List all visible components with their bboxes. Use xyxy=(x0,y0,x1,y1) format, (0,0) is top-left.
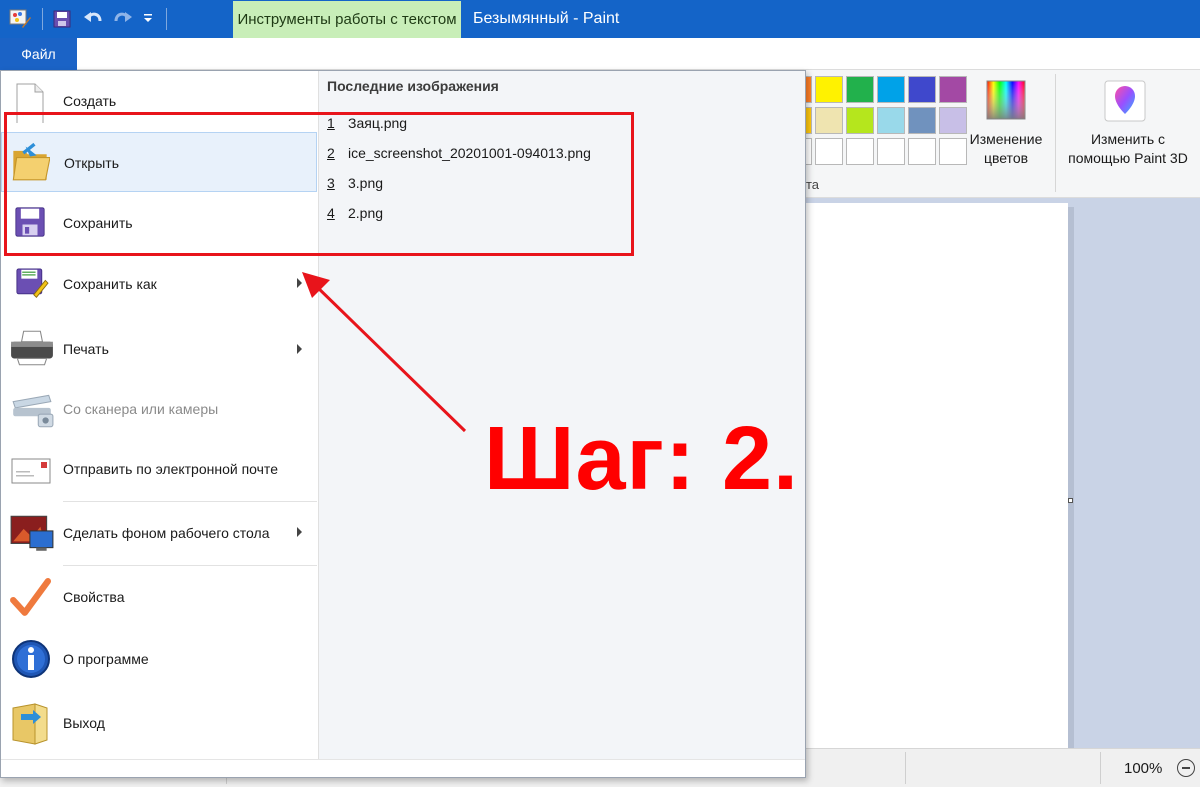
text-tools-context-tab[interactable]: Инструменты работы с текстом xyxy=(233,1,461,38)
save-as-icon xyxy=(16,268,49,298)
exit-icon xyxy=(12,703,48,745)
menu-item-exit[interactable]: Выход xyxy=(1,693,317,753)
recent-images-title: Последние изображения xyxy=(327,78,499,94)
palette-color-swatch[interactable] xyxy=(939,76,967,103)
undo-icon[interactable] xyxy=(82,8,104,30)
palette-color-swatch[interactable] xyxy=(846,107,874,134)
qat-separator-2 xyxy=(166,8,167,30)
menu-item-label: Выход xyxy=(63,715,105,731)
annotation-step-text: Шаг: 2. xyxy=(484,409,800,509)
palette-color-swatch[interactable] xyxy=(877,138,905,165)
save-icon[interactable] xyxy=(53,10,71,28)
palette-color-swatch[interactable] xyxy=(877,107,905,134)
paint3d-icon[interactable] xyxy=(1104,80,1146,122)
checkmark-icon xyxy=(10,578,51,616)
status-separator xyxy=(1100,752,1101,784)
palette-color-swatch[interactable] xyxy=(815,138,843,165)
qat-separator xyxy=(42,8,43,30)
edit-colors-label-1[interactable]: Изменение xyxy=(964,129,1048,149)
palette-color-swatch[interactable] xyxy=(846,138,874,165)
drawing-canvas[interactable] xyxy=(806,203,1068,748)
paint-app-icon[interactable] xyxy=(8,7,32,31)
status-separator xyxy=(905,752,906,784)
palette-color-swatch[interactable] xyxy=(877,76,905,103)
menu-item-email[interactable]: Отправить по электронной почте xyxy=(1,439,317,499)
menu-item-about[interactable]: О программе xyxy=(1,629,317,689)
printer-icon xyxy=(11,330,53,366)
annotation-arrow-icon xyxy=(302,272,467,433)
palette-color-swatch[interactable] xyxy=(939,107,967,134)
menu-item-save-as[interactable]: Сохранить как xyxy=(1,254,317,314)
menu-item-print[interactable]: Печать xyxy=(1,317,317,381)
palette-color-swatch[interactable] xyxy=(908,138,936,165)
file-tab[interactable]: Файл xyxy=(0,38,77,70)
window-title: Безымянный - Paint xyxy=(473,10,620,27)
edit-colors-icon[interactable] xyxy=(986,80,1026,120)
palette-color-swatch[interactable] xyxy=(815,76,843,103)
canvas-resize-handle[interactable] xyxy=(1068,498,1073,503)
paint3d-label-2[interactable]: помощью Paint 3D xyxy=(1058,148,1198,168)
menu-item-desktop-background[interactable]: Сделать фоном рабочего стола xyxy=(1,503,317,563)
paint3d-label-1[interactable]: Изменить с xyxy=(1058,129,1198,149)
menu-item-label: Сделать фоном рабочего стола xyxy=(63,525,270,541)
edit-colors-label-2[interactable]: цветов xyxy=(964,148,1048,168)
palette-color-swatch[interactable] xyxy=(908,76,936,103)
menu-divider xyxy=(63,565,317,566)
palette-color-swatch[interactable] xyxy=(908,107,936,134)
scanner-icon xyxy=(12,394,54,428)
canvas-shadow xyxy=(1068,207,1074,748)
menu-item-scanner: Со сканера или камеры xyxy=(1,379,317,439)
menu-item-label: О программе xyxy=(63,651,149,667)
annotation-highlight-box xyxy=(4,112,634,256)
ribbon-tab-row xyxy=(0,38,1200,70)
menu-item-label: Свойства xyxy=(63,589,125,605)
redo-icon[interactable] xyxy=(112,8,134,30)
info-icon xyxy=(12,640,50,678)
menu-divider xyxy=(63,501,317,502)
submenu-arrow-icon xyxy=(297,527,302,537)
file-menu-footer xyxy=(1,759,805,777)
menu-item-label: Со сканера или камеры xyxy=(63,401,219,417)
ribbon-group-label: та xyxy=(806,177,820,192)
palette-color-swatch[interactable] xyxy=(939,138,967,165)
palette-color-swatch[interactable] xyxy=(846,76,874,103)
menu-item-label: Отправить по электронной почте xyxy=(63,461,278,477)
palette-color-swatch[interactable] xyxy=(815,107,843,134)
zoom-out-button[interactable] xyxy=(1177,759,1195,777)
menu-item-properties[interactable]: Свойства xyxy=(1,567,317,627)
zoom-level: 100% xyxy=(1124,760,1163,777)
email-icon xyxy=(11,458,51,484)
customize-qat-icon[interactable] xyxy=(142,12,154,24)
menu-item-label: Печать xyxy=(63,341,109,357)
desktop-background-icon xyxy=(10,515,54,551)
menu-item-label: Сохранить как xyxy=(63,276,157,292)
ribbon-separator xyxy=(1055,74,1056,192)
